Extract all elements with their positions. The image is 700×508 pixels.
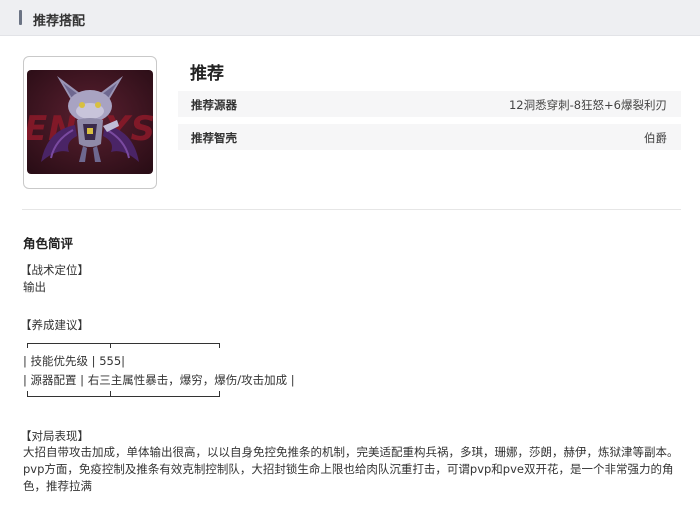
recommend-row-value: 12洞悉穿刺-8狂怒+6爆裂利刃 xyxy=(508,98,667,112)
table-row-skill: | 技能优先级 | 555| xyxy=(23,354,126,368)
performance-text: 大招自带攻击加成，单体输出很高，以以自身免控免推条的机制，完美适配重构兵祸，多琪… xyxy=(23,445,679,493)
recommend-row-key: 推荐智壳 xyxy=(191,131,237,145)
recommend-row-value: 伯爵 xyxy=(644,131,667,145)
section-header: 推荐搭配 xyxy=(0,0,700,36)
recommend-row-key: 推荐源器 xyxy=(191,98,237,112)
recommend-row-shell: 推荐智壳 伯爵 xyxy=(178,124,681,150)
recommend-row-weapon: 推荐源器 12洞悉穿刺-8狂怒+6爆裂利刃 xyxy=(178,91,681,117)
performance-label: 【对局表现】 xyxy=(20,429,89,443)
growth-label: 【养成建议】 xyxy=(20,318,89,332)
section-divider xyxy=(22,209,681,210)
character-portrait-icon: ENVYS xyxy=(27,70,153,174)
position-label: 【战术定位】 xyxy=(20,263,89,277)
position-value: 输出 xyxy=(23,280,46,294)
review-title: 角色简评 xyxy=(23,236,74,251)
recommend-title: 推荐 xyxy=(190,64,224,84)
header-title: 推荐搭配 xyxy=(33,14,86,29)
character-portrait-card[interactable]: ENVYS xyxy=(23,56,157,189)
table-row-weapon: | 源器配置 | 右三主属性暴击，爆穷，爆伤/攻击加成 | xyxy=(23,373,295,387)
header-accent-bar xyxy=(19,10,22,25)
